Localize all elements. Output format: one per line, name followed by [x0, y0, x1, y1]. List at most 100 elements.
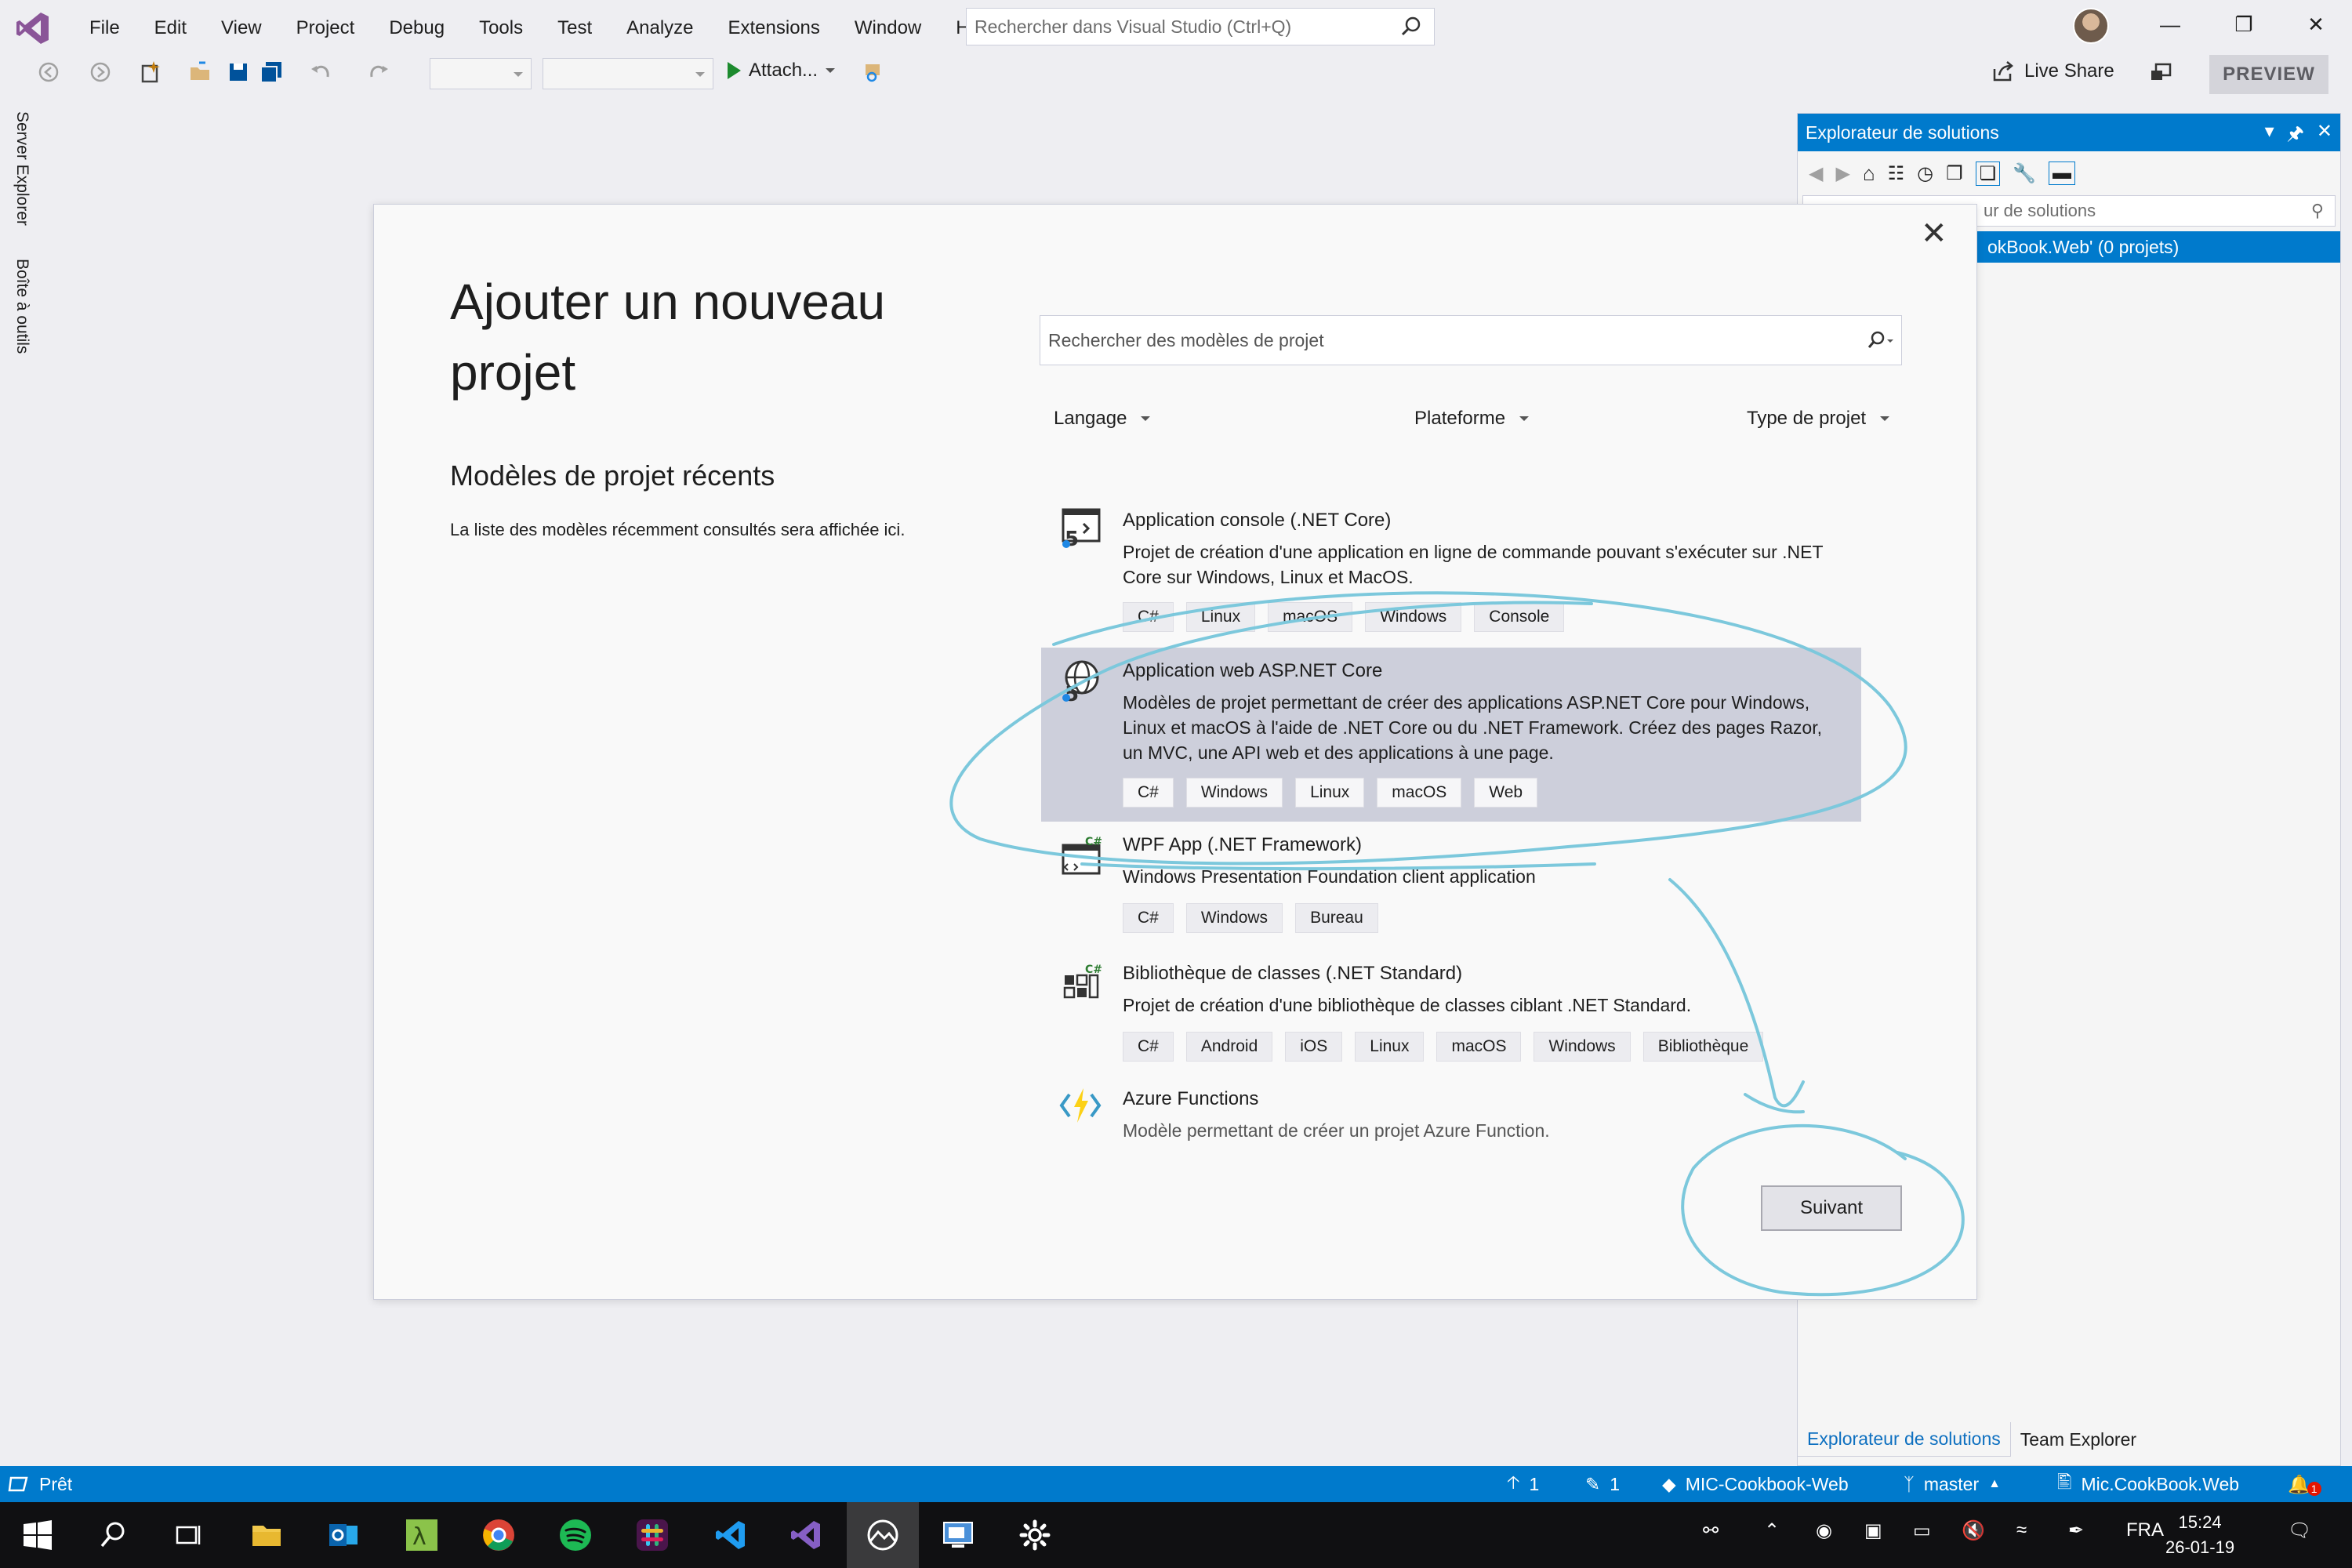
- solution-explorer-toolbar: ◀ ▶ ⌂ ☷ ◷ ❐ ❏ 🔧 ▬: [1798, 151, 2340, 195]
- solution-explorer-title: Explorateur de solutions: [1806, 122, 1999, 143]
- tag: Windows: [1185, 778, 1283, 808]
- properties-icon[interactable]: 🔧: [2013, 162, 2036, 185]
- arrow-up-icon: 🡡: [1507, 1471, 1520, 1492]
- slack-icon[interactable]: [635, 1518, 670, 1552]
- back-icon[interactable]: ◀: [1809, 162, 1823, 185]
- forward-icon[interactable]: [88, 60, 113, 85]
- close-panel-icon[interactable]: ✕: [2317, 120, 2332, 152]
- new-project-icon[interactable]: [138, 60, 163, 85]
- minimize-icon[interactable]: —: [2154, 13, 2186, 37]
- collapse-all-icon[interactable]: ❐: [1946, 162, 1963, 185]
- menu-file[interactable]: File: [72, 0, 137, 56]
- recent-templates-heading: Modèles de projet récents: [450, 459, 775, 492]
- photos-app-icon[interactable]: [866, 1518, 900, 1552]
- save-icon[interactable]: [226, 60, 251, 85]
- remote-desktop-icon[interactable]: [941, 1518, 975, 1552]
- show-all-files-icon[interactable]: ❏: [1975, 161, 2001, 186]
- open-folder-icon[interactable]: [188, 60, 213, 85]
- tab-team-explorer[interactable]: Team Explorer: [2011, 1423, 2146, 1457]
- platform-dropdown[interactable]: [543, 58, 713, 89]
- battery-icon[interactable]: ▭: [1913, 1519, 1931, 1542]
- branch-name: master: [1923, 1473, 1980, 1494]
- template-wpf-app[interactable]: C# WPF App (.NET Framework) Windows Pres…: [1041, 822, 1861, 949]
- clock[interactable]: 15:24 26-01-19: [2165, 1510, 2234, 1560]
- chrome-icon[interactable]: [481, 1518, 516, 1552]
- record-icon[interactable]: ◉: [1816, 1519, 1832, 1542]
- home-icon[interactable]: ⌂: [1863, 162, 1875, 186]
- display-icon[interactable]: ▣: [1864, 1519, 1882, 1542]
- windows-start-icon[interactable]: [20, 1518, 55, 1552]
- repository-selector[interactable]: ◆ MIC-Cookbook-Web: [1662, 1466, 1849, 1502]
- spotify-icon[interactable]: [558, 1518, 593, 1552]
- server-explorer-tab[interactable]: Server Explorer: [13, 111, 31, 226]
- template-description: Modèles de projet permettant de créer de…: [1123, 692, 1823, 763]
- live-share-button[interactable]: Live Share: [1991, 60, 2114, 83]
- branch-selector[interactable]: ᛉ master ▲: [1904, 1466, 2001, 1502]
- template-azure-functions[interactable]: Azure Functions Modèle permettant de cré…: [1041, 1074, 1861, 1152]
- dropdown-icon[interactable]: ▾: [2265, 120, 2274, 152]
- notifications[interactable]: 🔔 1: [2288, 1466, 2321, 1502]
- vscode-icon[interactable]: [713, 1518, 748, 1552]
- project-selector[interactable]: 🖺 Mic.CookBook.Web: [2057, 1466, 2239, 1502]
- template-search-input[interactable]: Rechercher des modèles de projet: [1040, 315, 1902, 365]
- menu-extensions[interactable]: Extensions: [711, 0, 837, 56]
- project-type-filter[interactable]: Type de projet: [1747, 408, 1890, 430]
- action-center-icon[interactable]: 🗨: [2288, 1519, 2311, 1542]
- visual-studio-icon[interactable]: [789, 1518, 823, 1552]
- template-class-library[interactable]: C# Bibliothèque de classes (.NET Standar…: [1041, 949, 1861, 1074]
- menu-project[interactable]: Project: [279, 0, 372, 56]
- forward-icon[interactable]: ▶: [1835, 162, 1849, 185]
- feedback-icon[interactable]: [2148, 61, 2173, 86]
- save-all-icon[interactable]: [259, 60, 284, 85]
- unpushed-commits[interactable]: 🡡 1: [1507, 1466, 1539, 1502]
- redo-icon[interactable]: [365, 60, 390, 85]
- preview-selected-icon[interactable]: ▬: [2049, 162, 2076, 185]
- find-in-files-icon[interactable]: [862, 60, 887, 85]
- outlook-icon[interactable]: [326, 1518, 361, 1552]
- switch-views-icon[interactable]: ☷: [1888, 162, 1905, 185]
- input-language[interactable]: FRA: [2126, 1519, 2164, 1541]
- pen-icon[interactable]: ✒: [2068, 1519, 2084, 1542]
- configuration-dropdown[interactable]: [430, 58, 532, 89]
- restore-icon[interactable]: ❐: [2228, 13, 2259, 37]
- attach-button[interactable]: Attach...: [728, 60, 836, 82]
- menu-window[interactable]: Window: [837, 0, 938, 56]
- user-avatar[interactable]: [2073, 8, 2109, 44]
- menu-test[interactable]: Test: [540, 0, 609, 56]
- volume-muted-icon[interactable]: 🔇: [1962, 1519, 1985, 1542]
- lambda-app-icon[interactable]: λ: [405, 1518, 439, 1552]
- menu-analyze[interactable]: Analyze: [609, 0, 710, 56]
- search-icon[interactable]: [96, 1518, 130, 1552]
- template-name: WPF App (.NET Framework): [1123, 834, 1362, 855]
- next-button[interactable]: Suivant: [1761, 1185, 1902, 1231]
- search-icon: ⚲: [2310, 201, 2324, 220]
- visual-studio-logo-icon[interactable]: [14, 9, 52, 47]
- menu-edit[interactable]: Edit: [137, 0, 204, 56]
- menu-tools[interactable]: Tools: [462, 0, 540, 56]
- toolbox-tab[interactable]: Boîte à outils: [13, 259, 31, 354]
- tab-solution-explorer[interactable]: Explorateur de solutions: [1797, 1422, 2011, 1457]
- menu-debug[interactable]: Debug: [372, 0, 462, 56]
- settings-gear-icon[interactable]: [1018, 1518, 1052, 1552]
- play-icon: [728, 62, 741, 79]
- pending-changes[interactable]: ✎ 1: [1585, 1466, 1620, 1502]
- back-icon[interactable]: [36, 60, 61, 85]
- vs-search-input[interactable]: Rechercher dans Visual Studio (Ctrl+Q): [966, 8, 1435, 45]
- wifi-icon[interactable]: ≈: [2016, 1519, 2027, 1541]
- pin-icon[interactable]: 🖈: [2287, 120, 2304, 152]
- chevron-up-icon[interactable]: ⌃: [1764, 1519, 1780, 1542]
- preview-badge: PREVIEW: [2209, 55, 2328, 94]
- people-icon[interactable]: ⚯: [1703, 1519, 1719, 1542]
- close-window-icon[interactable]: ✕: [2300, 13, 2332, 37]
- template-console-app[interactable]: 5 Application console (.NET Core) Projet…: [1041, 492, 1861, 648]
- task-view-icon[interactable]: [171, 1518, 205, 1552]
- template-aspnet-core-web-app[interactable]: 5 Application web ASP.NET Core Modèles d…: [1041, 648, 1861, 822]
- file-explorer-icon[interactable]: [249, 1518, 284, 1552]
- language-filter[interactable]: Langage: [1054, 408, 1151, 430]
- platform-filter[interactable]: Plateforme: [1414, 408, 1530, 430]
- pending-changes-icon[interactable]: ◷: [1917, 162, 1933, 185]
- menu-view[interactable]: View: [204, 0, 279, 56]
- solution-explorer-tabs: Explorateur de solutions Team Explorer: [1797, 1421, 2146, 1457]
- close-dialog-icon[interactable]: ✕: [1921, 218, 1947, 249]
- undo-icon[interactable]: [309, 60, 334, 85]
